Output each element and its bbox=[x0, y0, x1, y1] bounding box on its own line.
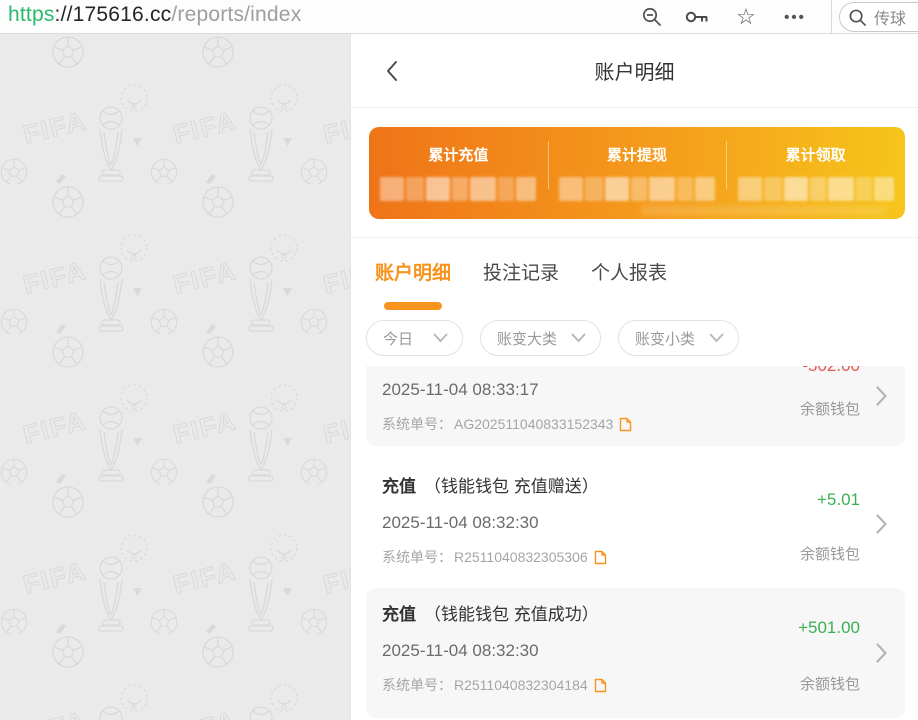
summary-col-withdraw: 累计提现 bbox=[548, 127, 727, 219]
dots-glyph: ••• bbox=[784, 9, 806, 26]
copy-icon[interactable] bbox=[619, 417, 632, 432]
transaction-row[interactable]: 2025-11-04 08:33:17 系统单号：AG2025110408331… bbox=[366, 366, 905, 446]
filter-change-major[interactable]: 账变大类 bbox=[480, 320, 601, 356]
transaction-amount: +5.01 bbox=[817, 490, 860, 510]
transaction-datetime: 2025-11-04 08:33:17 bbox=[382, 380, 785, 400]
url-path: /reports/index bbox=[171, 3, 301, 26]
search-text: 传球 bbox=[874, 5, 906, 29]
fifa-watermark-background: FIFA bbox=[0, 34, 350, 720]
url-scheme: https bbox=[8, 3, 55, 26]
transaction-right-col: +501.00 余额钱包 bbox=[798, 618, 860, 694]
transaction-amount: -502.00 bbox=[802, 366, 860, 376]
page-title: 账户明细 bbox=[595, 56, 675, 85]
chevron-down-icon bbox=[709, 333, 724, 343]
star-icon[interactable]: ☆ bbox=[732, 4, 760, 30]
summary-label: 累计充值 bbox=[428, 144, 488, 165]
filter-date[interactable]: 今日 bbox=[366, 320, 463, 356]
wallet-label: 余额钱包 bbox=[800, 543, 860, 564]
url-host: ://175616.cc bbox=[55, 3, 172, 26]
chevron-right-icon[interactable] bbox=[876, 386, 887, 406]
filter-change-minor[interactable]: 账变小类 bbox=[618, 320, 739, 356]
transaction-datetime: 2025-11-04 08:32:30 bbox=[382, 513, 785, 533]
filter-change-minor-label: 账变小类 bbox=[635, 328, 695, 349]
redacted-value bbox=[380, 177, 536, 201]
order-label: 系统单号： bbox=[382, 675, 452, 695]
summary-label: 累计领取 bbox=[786, 144, 846, 165]
order-number: R2511040832304184 bbox=[454, 677, 588, 693]
transaction-subtitle: （钱能钱包 充值成功） bbox=[424, 605, 599, 624]
copy-icon[interactable] bbox=[594, 550, 607, 565]
transaction-row[interactable]: 充值 （钱能钱包 充值赠送） 2025-11-04 08:32:30 系统单号：R… bbox=[366, 460, 905, 588]
order-label: 系统单号： bbox=[382, 414, 452, 434]
transaction-order-line: 系统单号：R2511040832304184 bbox=[382, 675, 785, 695]
summary-col-claim: 累计领取 bbox=[726, 127, 905, 219]
chevron-right-icon[interactable] bbox=[876, 643, 887, 663]
transaction-title: 充值 （钱能钱包 充值赠送） bbox=[382, 472, 785, 497]
transaction-order-line: 系统单号：AG202511040833152343 bbox=[382, 414, 785, 434]
summary-card-section: 累计充值 累计提现 累计领取 bbox=[351, 108, 918, 238]
summary-label: 累计提现 bbox=[607, 144, 667, 165]
filter-date-label: 今日 bbox=[383, 328, 413, 349]
transaction-type: 充值 bbox=[382, 477, 416, 496]
browser-search-box[interactable]: 传球 bbox=[839, 2, 918, 32]
chevron-right-icon[interactable] bbox=[876, 514, 887, 534]
zoom-out-icon[interactable] bbox=[638, 4, 666, 30]
copy-icon[interactable] bbox=[594, 678, 607, 693]
search-icon bbox=[848, 8, 867, 27]
transaction-right-col: -502.00 余额钱包 bbox=[800, 366, 860, 446]
summary-card: 累计充值 累计提现 累计领取 bbox=[369, 127, 905, 219]
tab-personal-report[interactable]: 个人报表 bbox=[591, 258, 667, 310]
transaction-amount: +501.00 bbox=[798, 618, 860, 638]
chevron-left-icon bbox=[385, 60, 399, 82]
transaction-subtitle: （钱能钱包 充值赠送） bbox=[424, 477, 599, 496]
order-number: R2511040832305306 bbox=[454, 549, 588, 565]
chevron-down-icon bbox=[433, 333, 448, 343]
redacted-value bbox=[559, 177, 715, 201]
key-icon[interactable] bbox=[683, 4, 711, 30]
transaction-row[interactable]: 充值 （钱能钱包 充值成功） 2025-11-04 08:32:30 系统单号：R… bbox=[366, 588, 905, 718]
summary-col-recharge: 累计充值 bbox=[369, 127, 548, 219]
fifa-watermark-pattern: FIFA bbox=[0, 34, 350, 720]
tab-account-detail[interactable]: 账户明细 bbox=[375, 258, 451, 310]
page-header: 账户明细 bbox=[351, 34, 918, 108]
star-glyph: ☆ bbox=[736, 6, 756, 28]
transaction-title: 充值 （钱能钱包 充值成功） bbox=[382, 600, 785, 625]
transaction-right-col: +5.01 余额钱包 bbox=[800, 490, 860, 564]
wallet-label: 余额钱包 bbox=[800, 673, 860, 694]
back-button[interactable] bbox=[379, 58, 405, 84]
url-text[interactable]: https://175616.cc/reports/index bbox=[8, 3, 301, 27]
tab-bar: 账户明细 投注记录 个人报表 bbox=[351, 238, 918, 310]
filter-bar: 今日 账变大类 账变小类 bbox=[351, 310, 918, 362]
order-label: 系统单号： bbox=[382, 547, 452, 567]
wallet-label: 余额钱包 bbox=[800, 398, 860, 419]
transaction-datetime: 2025-11-04 08:32:30 bbox=[382, 641, 785, 661]
account-detail-panel: 账户明细 累计充值 累计提现 累计领取 账户明细 投注记录 个人报表 今日 bbox=[350, 34, 918, 720]
tab-bet-records[interactable]: 投注记录 bbox=[483, 258, 559, 310]
transaction-list: 2025-11-04 08:33:17 系统单号：AG2025110408331… bbox=[351, 362, 918, 718]
transaction-order-line: 系统单号：R2511040832305306 bbox=[382, 547, 785, 567]
redacted-value bbox=[738, 177, 894, 201]
browser-address-bar[interactable]: https://175616.cc/reports/index ☆ ••• 传球 bbox=[0, 0, 918, 34]
transaction-type: 充值 bbox=[382, 605, 416, 624]
filter-change-major-label: 账变大类 bbox=[497, 328, 557, 349]
order-number: AG202511040833152343 bbox=[454, 416, 613, 432]
chevron-down-icon bbox=[571, 333, 586, 343]
bar-separator bbox=[831, 0, 832, 33]
more-menu-icon[interactable]: ••• bbox=[781, 4, 809, 30]
